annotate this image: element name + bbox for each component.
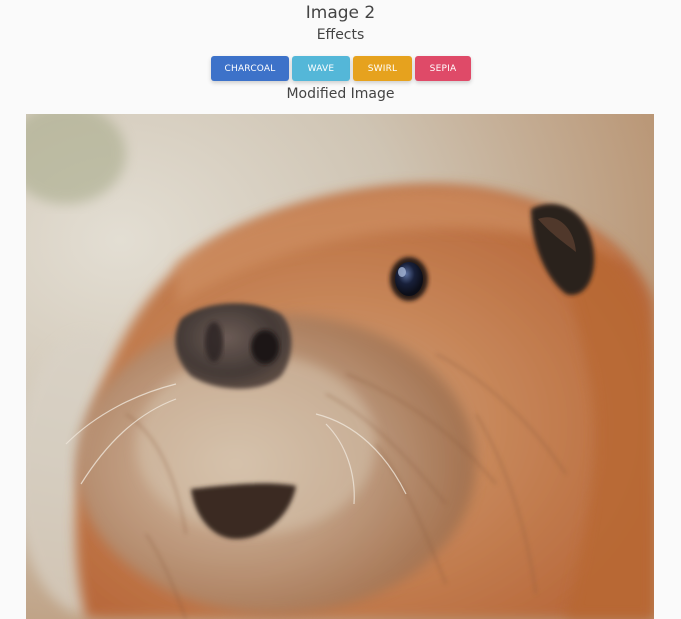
modified-image-label: Modified Image (286, 86, 395, 102)
charcoal-button[interactable]: CHARCOAL (211, 56, 289, 81)
effects-heading: Effects (316, 27, 365, 43)
beaver-photo (26, 114, 654, 619)
wave-button[interactable]: WAVE (292, 56, 350, 81)
modified-image (26, 114, 654, 619)
effects-button-row: CHARCOAL WAVE SWIRL SEPIA (211, 56, 471, 81)
sepia-button[interactable]: SEPIA (415, 56, 471, 81)
swirl-button[interactable]: SWIRL (353, 56, 412, 81)
page: Image 2 Effects CHARCOAL WAVE SWIRL SEPI… (0, 0, 681, 619)
page-title: Image 2 (305, 3, 376, 23)
